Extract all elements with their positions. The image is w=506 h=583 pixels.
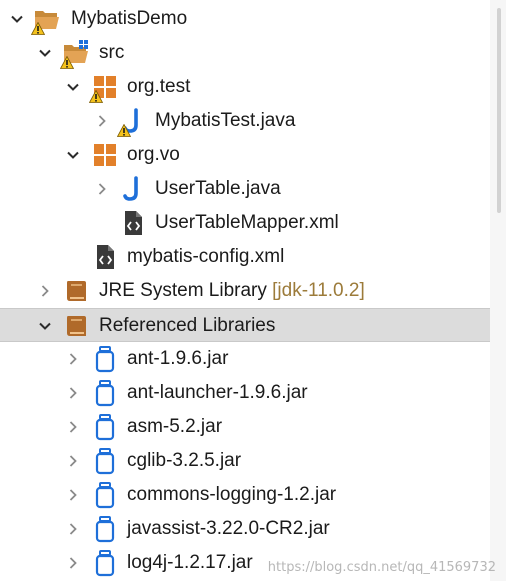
jar-icon: [91, 379, 119, 407]
jar-label: ant-1.9.6.jar: [127, 348, 229, 369]
tree-node-file-mybatistest[interactable]: MybatisTest.java: [0, 104, 490, 138]
tree-node-jre-library[interactable]: JRE System Library [jdk-11.0.2]: [0, 274, 490, 308]
chevron-down-icon[interactable]: [66, 148, 80, 162]
java-file-icon: [119, 175, 147, 203]
chevron-right-icon[interactable]: [66, 556, 80, 570]
chevron-right-icon[interactable]: [95, 114, 109, 128]
tree-node-referenced-libraries[interactable]: Referenced Libraries: [0, 308, 490, 342]
tree-node-file-usertablemapper[interactable]: UserTableMapper.xml: [0, 206, 490, 240]
chevron-down-icon[interactable]: [38, 46, 52, 60]
jar-icon: [91, 549, 119, 577]
chevron-down-icon[interactable]: [38, 319, 52, 333]
chevron-right-icon[interactable]: [66, 454, 80, 468]
chevron-right-icon[interactable]: [66, 386, 80, 400]
tree-node-file-config[interactable]: mybatis-config.xml: [0, 240, 490, 274]
jar-label: commons-logging-1.2.jar: [127, 484, 337, 505]
tree-node-jar[interactable]: asm-5.2.jar: [0, 410, 490, 444]
tree-node-jar[interactable]: commons-logging-1.2.jar: [0, 478, 490, 512]
chevron-right-icon[interactable]: [66, 522, 80, 536]
jar-icon: [91, 481, 119, 509]
tree-node-package-org-vo[interactable]: org.vo: [0, 138, 490, 172]
warning-icon: [31, 22, 45, 35]
jar-label: javassist-3.22.0-CR2.jar: [127, 518, 330, 539]
chevron-right-icon[interactable]: [66, 420, 80, 434]
chevron-right-icon[interactable]: [95, 182, 109, 196]
project-folder-icon: [33, 5, 61, 33]
library-icon: [62, 277, 90, 305]
jre-version-label: [jdk-11.0.2]: [272, 280, 365, 301]
tree-node-src[interactable]: src: [0, 36, 490, 70]
chevron-right-icon[interactable]: [66, 488, 80, 502]
package-label: org.test: [127, 76, 191, 97]
jar-icon: [91, 413, 119, 441]
tree-node-project[interactable]: MybatisDemo: [0, 2, 490, 36]
chevron-down-icon[interactable]: [66, 80, 80, 94]
java-file-icon: [119, 107, 147, 135]
library-label: Referenced Libraries: [99, 315, 276, 336]
warning-icon: [89, 90, 103, 103]
scrollbar-thumb[interactable]: [497, 8, 501, 213]
package-icon: [91, 73, 119, 101]
tree-node-package-org-test[interactable]: org.test: [0, 70, 490, 104]
src-label: src: [99, 42, 125, 63]
package-label: org.vo: [127, 144, 180, 165]
file-label: UserTable.java: [155, 178, 281, 199]
warning-icon: [60, 56, 74, 69]
jar-label: cglib-3.2.5.jar: [127, 450, 242, 471]
file-label: MybatisTest.java: [155, 110, 296, 131]
file-label: mybatis-config.xml: [127, 246, 285, 267]
jar-label: log4j-1.2.17.jar: [127, 552, 253, 573]
package-explorer-tree: MybatisDemo src org.test MybatisTest.jav…: [0, 0, 490, 581]
jar-icon: [91, 447, 119, 475]
jar-icon: [91, 345, 119, 373]
source-folder-icon: [62, 39, 90, 67]
jar-icon: [91, 515, 119, 543]
chevron-right-icon[interactable]: [66, 352, 80, 366]
xml-file-icon: [119, 209, 147, 237]
jar-label: asm-5.2.jar: [127, 416, 223, 437]
chevron-right-icon[interactable]: [38, 284, 52, 298]
tree-node-file-usertable[interactable]: UserTable.java: [0, 172, 490, 206]
chevron-down-icon[interactable]: [10, 12, 24, 26]
package-icon: [91, 141, 119, 169]
watermark-text: https://blog.csdn.net/qq_41569732: [267, 560, 496, 575]
project-label: MybatisDemo: [71, 8, 188, 29]
tree-node-jar[interactable]: javassist-3.22.0-CR2.jar: [0, 512, 490, 546]
library-icon: [62, 312, 90, 340]
tree-node-jar[interactable]: cglib-3.2.5.jar: [0, 444, 490, 478]
jar-label: ant-launcher-1.9.6.jar: [127, 382, 308, 403]
library-label: JRE System Library: [99, 280, 267, 301]
warning-icon: [117, 124, 131, 137]
file-label: UserTableMapper.xml: [155, 212, 339, 233]
xml-file-icon: [91, 243, 119, 271]
tree-node-jar[interactable]: ant-launcher-1.9.6.jar: [0, 376, 490, 410]
tree-node-jar[interactable]: ant-1.9.6.jar: [0, 342, 490, 376]
